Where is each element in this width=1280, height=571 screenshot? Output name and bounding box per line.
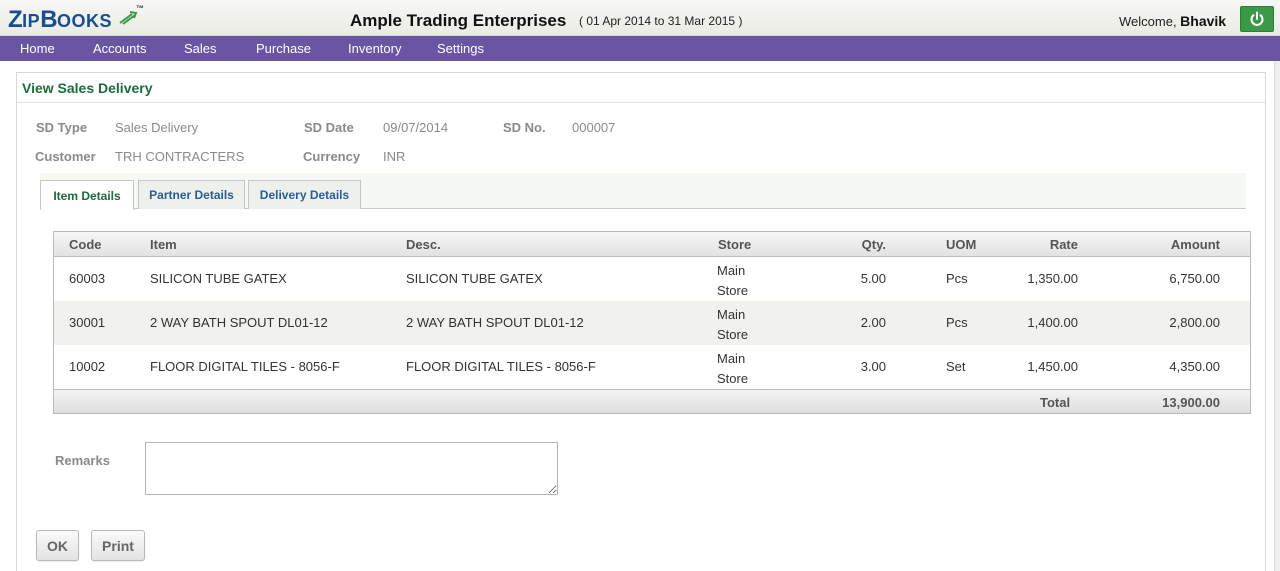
table-row[interactable]: 60003 SILICON TUBE GATEX SILICON TUBE GA… (54, 257, 1250, 301)
nav-sales[interactable]: Sales (184, 41, 217, 56)
sd-type-label: SD Type (36, 120, 88, 135)
tab-item-details[interactable]: Item Details (40, 180, 134, 210)
col-item-header[interactable]: Item (150, 237, 177, 252)
cell-qty: 2.00 (860, 315, 886, 330)
cell-store: Main Store (717, 263, 749, 298)
col-amount-header[interactable]: Amount (1134, 237, 1220, 252)
ok-button[interactable]: OK (36, 530, 79, 561)
grid-header: Code Item Desc. Store Qty. UOM Rate Amou… (54, 232, 1250, 257)
page-scrollbar[interactable] (1274, 61, 1280, 571)
cell-desc: 2 WAY BATH SPOUT DL01-12 (406, 315, 584, 330)
cell-code: 30001 (69, 315, 106, 330)
cell-amount: 6,750.00 (1169, 271, 1220, 286)
col-desc-header[interactable]: Desc. (406, 237, 441, 252)
cell-code: 60003 (69, 271, 106, 286)
sd-no-label: SD No. (503, 120, 546, 135)
cell-store: Main Store (717, 307, 749, 342)
sd-type-value: Sales Delivery (115, 120, 199, 135)
sd-date-label: SD Date (304, 120, 354, 135)
cell-qty: 5.00 (860, 271, 886, 286)
top-header: ZIPBOOKS ™ Ample Trading Enterprises ( 0… (0, 0, 1280, 36)
sd-date-value: 09/07/2014 (383, 120, 449, 135)
total-value: 13,900.00 (1162, 395, 1220, 410)
col-code-header[interactable]: Code (69, 237, 102, 252)
currency-label: Currency (303, 149, 361, 164)
cell-qty: 3.00 (860, 359, 886, 374)
nav-purchase[interactable]: Purchase (256, 41, 311, 56)
sd-no-value: 000007 (572, 120, 616, 135)
welcome-text: Welcome, Bhavik (1119, 13, 1227, 29)
power-icon (1250, 11, 1264, 26)
user-name: Bhavik (1180, 13, 1227, 29)
table-row[interactable]: 30001 2 WAY BATH SPOUT DL01-12 2 WAY BAT… (54, 301, 1250, 345)
currency-value: INR (383, 149, 406, 164)
remarks-field[interactable] (145, 442, 558, 495)
col-qty-header[interactable]: Qty. (834, 237, 886, 252)
nav-home[interactable]: Home (20, 41, 55, 56)
logout-button[interactable] (1240, 6, 1274, 32)
customer-value: TRH CONTRACTERS (115, 149, 245, 164)
content-panel: View Sales Delivery SD Type Sales Delive… (16, 72, 1266, 571)
remarks-label: Remarks (55, 453, 110, 468)
nav-inventory[interactable]: Inventory (348, 41, 401, 56)
cell-uom: Pcs (946, 315, 968, 330)
customer-label: Customer (35, 149, 96, 164)
main-nav: Home Accounts Sales Purchase Inventory S… (0, 36, 1280, 61)
zipbooks-logo[interactable]: ZIPBOOKS ™ (8, 4, 144, 34)
table-row[interactable]: 10002 FLOOR DIGITAL TILES - 8056-F FLOOR… (54, 345, 1250, 389)
tab-partner-details[interactable]: Partner Details (138, 180, 245, 209)
financial-period: ( 01 Apr 2014 to 31 Mar 2015 ) (579, 14, 743, 28)
cell-item: 2 WAY BATH SPOUT DL01-12 (150, 315, 328, 330)
col-rate-header[interactable]: Rate (1014, 237, 1078, 252)
cell-rate: 1,450.00 (1027, 359, 1078, 374)
cell-amount: 2,800.00 (1169, 315, 1220, 330)
cell-store: Main Store (717, 351, 749, 386)
cell-rate: 1,350.00 (1027, 271, 1078, 286)
col-store-header[interactable]: Store (718, 237, 751, 252)
cell-item: FLOOR DIGITAL TILES - 8056-F (150, 359, 340, 374)
company-name: Ample Trading Enterprises (350, 11, 567, 30)
nav-accounts[interactable]: Accounts (93, 41, 146, 56)
items-grid: Code Item Desc. Store Qty. UOM Rate Amou… (53, 231, 1251, 414)
total-label: Total (1040, 395, 1071, 410)
cell-amount: 4,350.00 (1169, 359, 1220, 374)
logo-arrow-icon (119, 11, 138, 25)
title-divider (17, 102, 1265, 103)
cell-code: 10002 (69, 359, 106, 374)
page-title: View Sales Delivery (22, 80, 153, 96)
cell-rate: 1,400.00 (1027, 315, 1078, 330)
col-uom-header[interactable]: UOM (946, 237, 976, 252)
tab-delivery-details[interactable]: Delivery Details (248, 180, 361, 209)
cell-desc: SILICON TUBE GATEX (406, 271, 543, 286)
cell-item: SILICON TUBE GATEX (150, 271, 287, 286)
grid-footer: Total 13,900.00 (54, 389, 1250, 413)
nav-settings[interactable]: Settings (437, 41, 484, 56)
cell-desc: FLOOR DIGITAL TILES - 8056-F (406, 359, 596, 374)
print-button[interactable]: Print (91, 530, 145, 561)
cell-uom: Set (946, 359, 966, 374)
cell-uom: Pcs (946, 271, 968, 286)
